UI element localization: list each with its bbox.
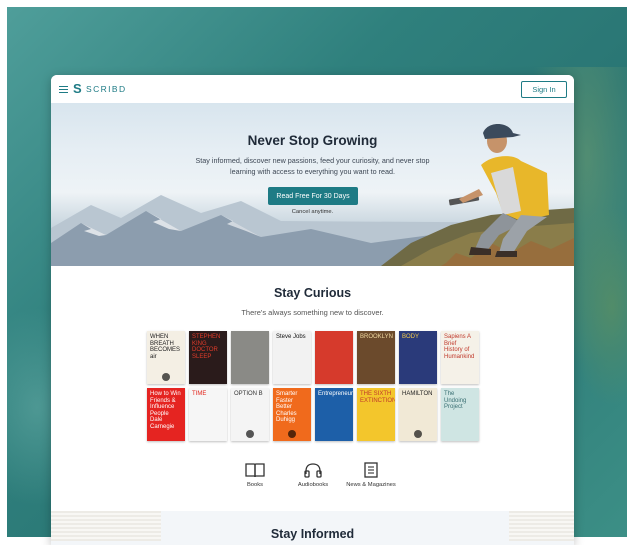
stay-informed-heading: Stay Informed (270, 527, 355, 541)
book-title: Sapiens A Brief History of Humankind (444, 334, 475, 360)
book-cover[interactable] (231, 331, 269, 384)
hero-subtitle: Stay informed, discover new passions, fe… (195, 156, 430, 176)
category-books[interactable]: Books (225, 462, 285, 488)
stay-curious-heading: Stay Curious (273, 286, 352, 300)
category-label: News & Magazines (346, 482, 396, 488)
book-title: TIME (192, 391, 207, 397)
book-cover[interactable]: Steve Jobs (273, 331, 311, 384)
newspaper-icon (364, 462, 378, 478)
category-label: Books (246, 482, 264, 488)
book-cover[interactable]: THE SIXTH EXTINCTION (357, 388, 395, 441)
top-navigation-bar: S SCRIBD Sign In (51, 75, 574, 103)
category-news-magazines[interactable]: News & Magazines (341, 462, 401, 488)
book-cover[interactable]: BROOKLYN (357, 331, 395, 384)
book-title: Steve Jobs (276, 334, 306, 340)
book-cover[interactable]: HAMILTON (399, 388, 437, 441)
book-cover[interactable]: STEPHEN KING DOCTOR SLEEP (189, 331, 227, 384)
book-cover[interactable]: BODY (399, 331, 437, 384)
book-icon (245, 463, 265, 478)
audiobook-badge-icon (288, 430, 296, 438)
read-free-button[interactable]: Read Free For 30 Days (268, 187, 358, 205)
book-title: OPTION B (234, 391, 263, 397)
book-title: HAMILTON (402, 391, 433, 397)
brand-name[interactable]: SCRIBD (86, 84, 127, 94)
book-title: WHEN BREATH BECOMES air (150, 334, 181, 360)
category-links: Books Audiobooks News & Magazines (51, 462, 574, 502)
stay-curious-subtitle: There's always something new to discover… (241, 308, 384, 317)
book-title: The Undoing Project (444, 391, 467, 410)
hero-banner: Never Stop Growing Stay informed, discov… (51, 103, 574, 266)
book-cover[interactable]: WHEN BREATH BECOMES air (147, 331, 185, 384)
hero-mountain-illustration (51, 124, 574, 266)
book-title: Entrepreneur (318, 391, 353, 397)
book-title: BODY (402, 334, 420, 340)
book-title: BROOKLYN (360, 334, 393, 340)
book-cover[interactable]: How to Win Friends & Influence People Da… (147, 388, 185, 441)
category-label: Audiobooks (297, 482, 329, 488)
audiobook-badge-icon (414, 430, 422, 438)
book-title: How to Win Friends & Influence People Da… (150, 391, 181, 430)
sign-in-button[interactable]: Sign In (521, 81, 567, 98)
book-cover[interactable]: OPTION B (231, 388, 269, 441)
cancel-anytime-note: Cancel anytime. (291, 209, 334, 215)
audiobook-badge-icon (162, 373, 170, 381)
category-audiobooks[interactable]: Audiobooks (283, 462, 343, 488)
book-cover[interactable]: Smarter Faster Better Charles Duhigg (273, 388, 311, 441)
book-cover[interactable]: The Undoing Project (441, 388, 479, 441)
book-cover[interactable] (315, 331, 353, 384)
book-title: STEPHEN KING DOCTOR SLEEP (192, 334, 221, 360)
scribd-page-card: S SCRIBD Sign In Never Stop Growing Stay… (51, 75, 574, 545)
book-title: THE SIXTH EXTINCTION (360, 391, 395, 404)
scribd-logo-icon[interactable]: S (73, 82, 85, 96)
headphones-icon (304, 463, 322, 478)
audiobook-badge-icon (246, 430, 254, 438)
hero-title: Never Stop Growing (247, 133, 378, 148)
book-cover[interactable]: Entrepreneur (315, 388, 353, 441)
hamburger-menu-icon[interactable] (59, 86, 68, 94)
book-cover[interactable]: TIME (189, 388, 227, 441)
book-cover[interactable]: Sapiens A Brief History of Humankind (441, 331, 479, 384)
book-title: Smarter Faster Better Charles Duhigg (276, 391, 298, 423)
